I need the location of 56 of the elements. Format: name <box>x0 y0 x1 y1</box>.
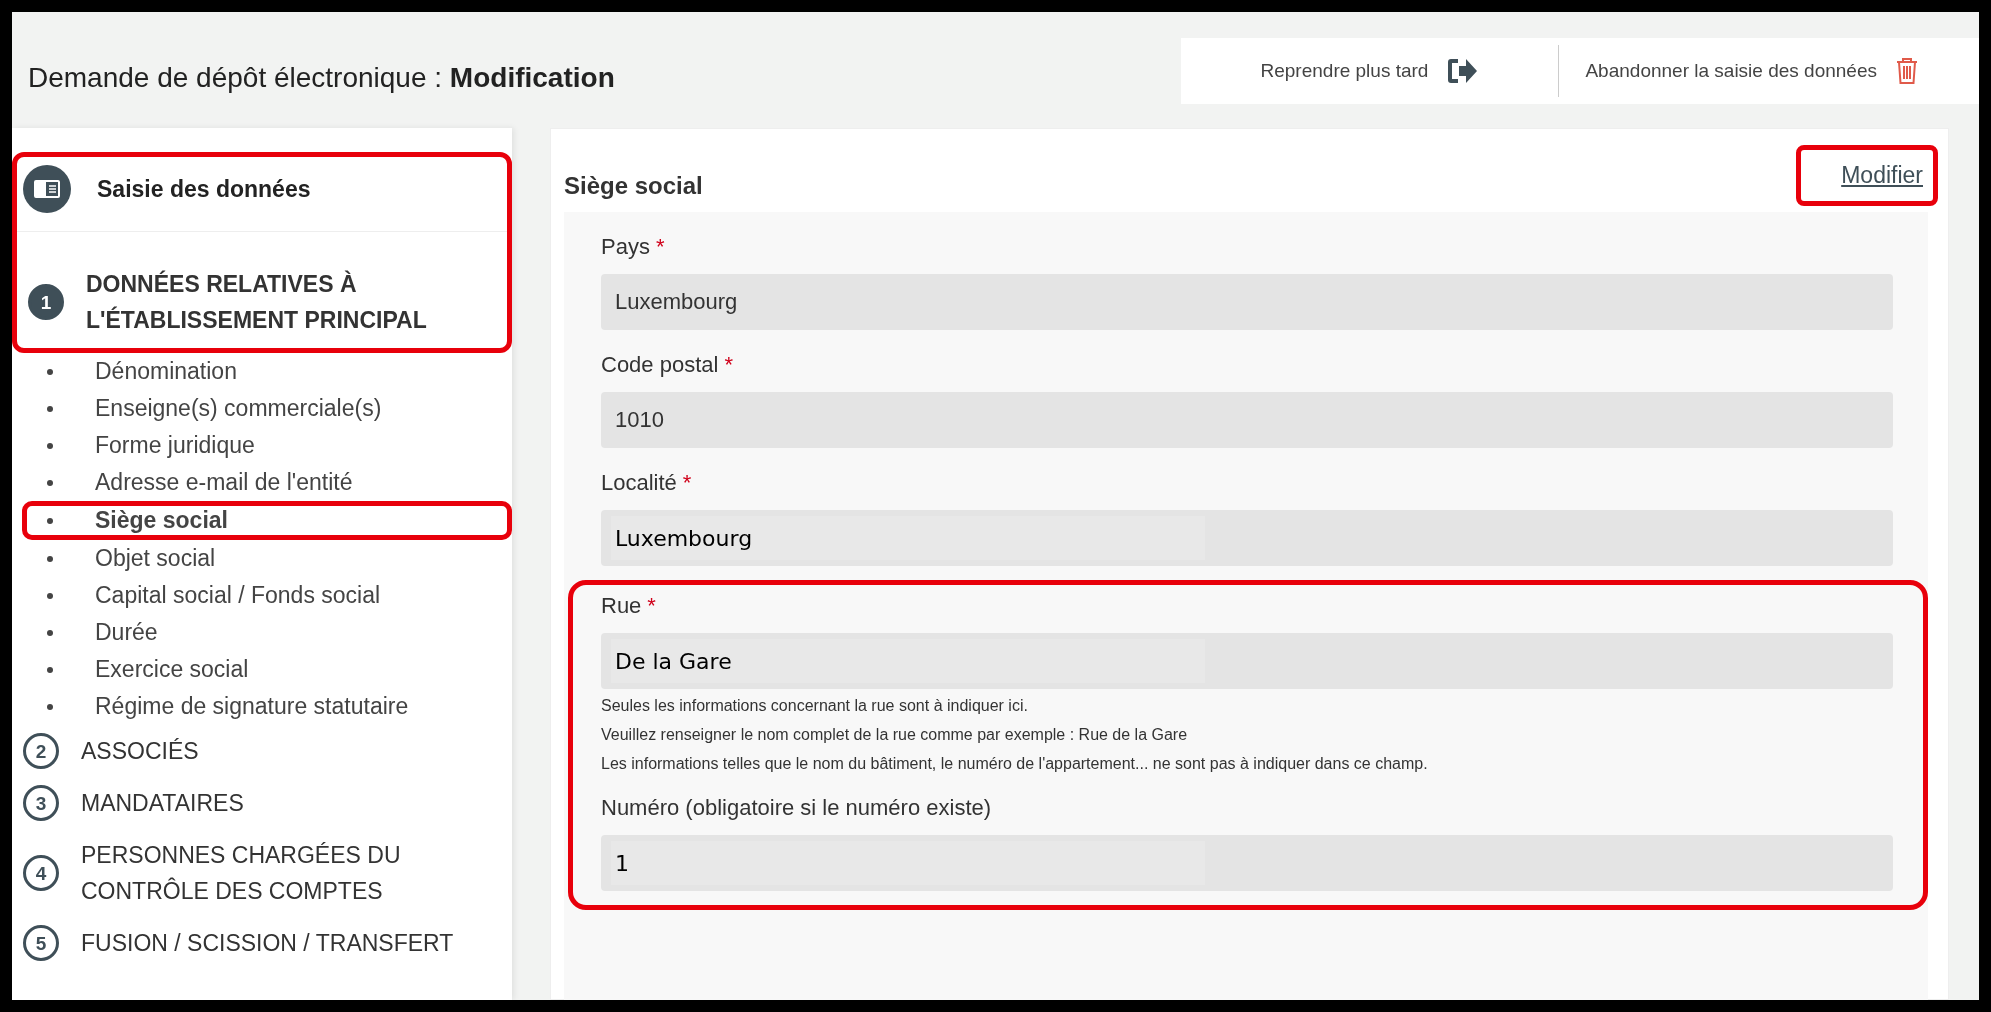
sidebar-item[interactable]: Adresse e-mail de l'entité <box>22 464 512 501</box>
text-field[interactable]: De la Gare <box>601 633 1893 689</box>
sidebar-heading: Saisie des données <box>97 175 311 203</box>
bullet-icon <box>47 517 53 524</box>
sidebar-item[interactable]: Enseigne(s) commerciale(s) <box>22 390 512 427</box>
bullet-icon <box>47 405 53 412</box>
field-label: Localité * <box>601 469 693 497</box>
step-number: 4 <box>23 855 59 891</box>
step-item[interactable]: 2 ASSOCIÉS <box>12 725 512 777</box>
action-button[interactable]: Reprendre plus tard <box>1240 48 1499 94</box>
step-item[interactable]: 4 PERSONNES CHARGÉES DU CONTRÔLE DES COMPTES <box>12 829 512 917</box>
sidebar-item[interactable]: Objet social <box>22 540 512 577</box>
bullet-icon <box>47 592 53 599</box>
sidebar-item[interactable]: Durée <box>22 614 512 651</box>
bullet-icon <box>47 368 53 375</box>
sidebar-item[interactable]: Forme juridique <box>22 427 512 464</box>
bullet-icon <box>47 442 53 449</box>
book-icon <box>23 165 71 213</box>
sidebar-item[interactable]: Régime de signature statutaire <box>22 688 512 725</box>
modify-link[interactable]: Modifier <box>1796 145 1938 206</box>
sidebar-item[interactable]: Exercice social <box>22 651 512 688</box>
field-label: Rue * <box>601 592 657 620</box>
sidebar-item[interactable]: Capital social / Fonds social <box>22 577 512 614</box>
bullet-icon <box>47 629 53 636</box>
help-text: Seules les informations concernant la rue sont à indiquer ici. <box>601 697 1029 715</box>
text-field[interactable]: Luxembourg <box>601 510 1893 566</box>
step-item[interactable]: 5 FUSION / SCISSION / TRANSFERT <box>12 917 512 969</box>
required-marker: * <box>655 234 665 259</box>
section-title: Siège social <box>564 171 703 200</box>
field-label: Code postal * <box>601 351 734 379</box>
step-number: 1 <box>28 284 64 320</box>
bullet-icon <box>47 703 53 710</box>
required-marker: * <box>724 352 733 377</box>
bullet-icon <box>47 555 53 562</box>
page-title: Demande de dépôt électronique : Modification <box>28 62 615 94</box>
step-number: 2 <box>23 733 59 769</box>
required-marker: * <box>647 593 656 618</box>
required-marker: * <box>682 470 692 495</box>
exit-icon <box>1446 56 1479 86</box>
step-item[interactable]: 3 MANDATAIRES <box>12 777 512 829</box>
step-number: 3 <box>23 785 59 821</box>
help-text: Les informations telles que le nom du bâtiment, le numéro de l'appartement... ne sont pas à indiquer dans ce champ. <box>601 755 1429 773</box>
text-field[interactable]: 1 <box>601 835 1893 891</box>
sidebar-item[interactable]: Siège social <box>22 501 512 540</box>
bullet-icon <box>47 479 53 486</box>
field-label: Numéro (obligatoire si le numéro existe) <box>601 794 993 822</box>
step-item[interactable]: 1 DONNÉES RELATIVES À L'ÉTABLISSEMENT PRINCIPAL <box>17 232 507 346</box>
field-label: Pays * <box>601 233 666 261</box>
help-text: Veuillez renseigner le nom complet de la rue comme par exemple : Rue de la Gare <box>601 726 1189 744</box>
text-field[interactable]: 1010 <box>601 392 1893 448</box>
step-number: 5 <box>23 925 59 961</box>
trash-icon <box>1895 56 1919 86</box>
text-field[interactable]: Luxembourg <box>601 274 1893 330</box>
bullet-icon <box>47 666 53 673</box>
sidebar-item[interactable]: Dénomination <box>22 353 512 390</box>
action-button[interactable]: Abandonner la saisie des données <box>1565 48 1939 94</box>
